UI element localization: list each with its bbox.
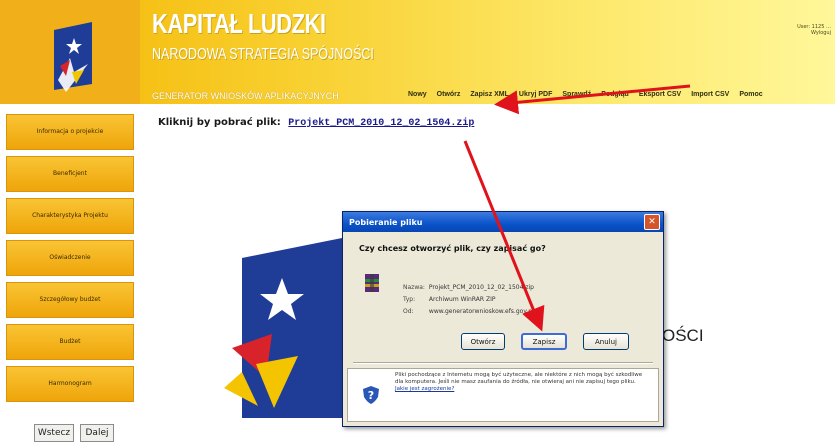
sidebar-item-declaration[interactable]: Oświadczenie	[6, 240, 134, 276]
dialog-question: Czy chcesz otworzyć plik, czy zapisać go…	[359, 244, 546, 253]
brand-subtitle: NARODOWA STRATEGIA SPÓJNOŚCI	[152, 46, 374, 63]
download-prompt: Kliknij by pobrać plik:	[158, 117, 281, 128]
file-source-label: Od:	[403, 308, 414, 315]
file-name-value: Projekt_PCM_2010_12_02_1504.zip	[428, 284, 534, 291]
download-file-link[interactable]: Projekt_PCM_2010_12_02_1504.zip	[288, 118, 474, 129]
dialog-title: Pobieranie pliku	[349, 217, 423, 227]
sidebar-item-schedule[interactable]: Harmonogram	[6, 366, 134, 402]
top-menu: Nowy Otwórz Zapisz XML Ukryj PDF Sprawdź…	[408, 91, 773, 98]
file-download-dialog: Pobieranie pliku ✕ Czy chcesz otworzyć p…	[342, 211, 664, 427]
menu-item-preview[interactable]: Podgląd	[601, 91, 629, 98]
file-name-label: Nazwa:	[403, 284, 425, 291]
generator-label: GENERATOR WNIOSKÓW APLIKACYJNYCH	[152, 91, 339, 101]
file-type-value: Archiwum WinRAR ZIP	[428, 296, 496, 303]
file-type-row: Typ: Archiwum WinRAR ZIP	[403, 296, 495, 303]
background-logo	[222, 238, 352, 418]
menu-item-new[interactable]: Nowy	[408, 91, 427, 98]
warning-text: Pliki pochodzące z Internetu mogą być uż…	[395, 372, 645, 393]
svg-text:?: ?	[368, 389, 374, 402]
risk-link[interactable]: Jakie jest zagrożenie?	[395, 386, 454, 392]
brand-title: KAPITAŁ LUDZKI	[152, 8, 326, 39]
file-source-row: Od: www.generatorwnioskow.efs.gov.pl	[403, 308, 534, 315]
close-icon[interactable]: ✕	[644, 214, 660, 230]
menu-item-open[interactable]: Otwórz	[437, 91, 461, 98]
file-type-label: Typ:	[403, 296, 416, 303]
user-info[interactable]: User: 1125 … Wyloguj	[797, 24, 831, 36]
warning-message: Pliki pochodzące z Internetu mogą być uż…	[395, 372, 643, 385]
sidebar: Informacja o projekcie Beneficjent Chara…	[0, 104, 140, 433]
file-name-row: Nazwa: Projekt_PCM_2010_12_02_1504.zip	[403, 284, 534, 291]
sidebar-item-detailed-budget[interactable]: Szczegółowy budżet	[6, 282, 134, 318]
back-button[interactable]: Wstecz	[34, 424, 74, 442]
menu-item-help[interactable]: Pomoc	[739, 91, 762, 98]
menu-item-check[interactable]: Sprawdź	[562, 91, 591, 98]
sidebar-item-characteristics[interactable]: Charakterystyka Projektu	[6, 198, 134, 234]
sidebar-item-budget[interactable]: Budżet	[6, 324, 134, 360]
menu-item-export-csv[interactable]: Eksport CSV	[639, 91, 681, 98]
sidebar-item-beneficiary[interactable]: Beneficjent	[6, 156, 134, 192]
next-button[interactable]: Dalej	[80, 424, 114, 442]
cancel-button[interactable]: Anuluj	[583, 333, 629, 350]
open-button[interactable]: Otwórz	[461, 333, 505, 350]
sidebar-item-project-info[interactable]: Informacja o projekcie	[6, 114, 134, 150]
dialog-separator	[353, 362, 653, 364]
menu-item-import-csv[interactable]: Import CSV	[691, 91, 729, 98]
background-text: OŚCI	[662, 326, 704, 345]
zip-file-icon	[365, 274, 379, 292]
menu-item-pdf[interactable]: Ukryj PDF	[519, 91, 552, 98]
shield-icon: ?	[363, 386, 379, 404]
download-line: Kliknij by pobrać plik: Projekt_PCM_2010…	[158, 117, 474, 129]
file-source-value: www.generatorwnioskow.efs.gov.pl	[428, 308, 534, 315]
eu-logo	[0, 0, 140, 104]
menu-item-save-xml[interactable]: Zapisz XML	[470, 91, 509, 98]
dialog-titlebar[interactable]: Pobieranie pliku ✕	[343, 212, 663, 232]
save-button[interactable]: Zapisz	[521, 333, 567, 350]
